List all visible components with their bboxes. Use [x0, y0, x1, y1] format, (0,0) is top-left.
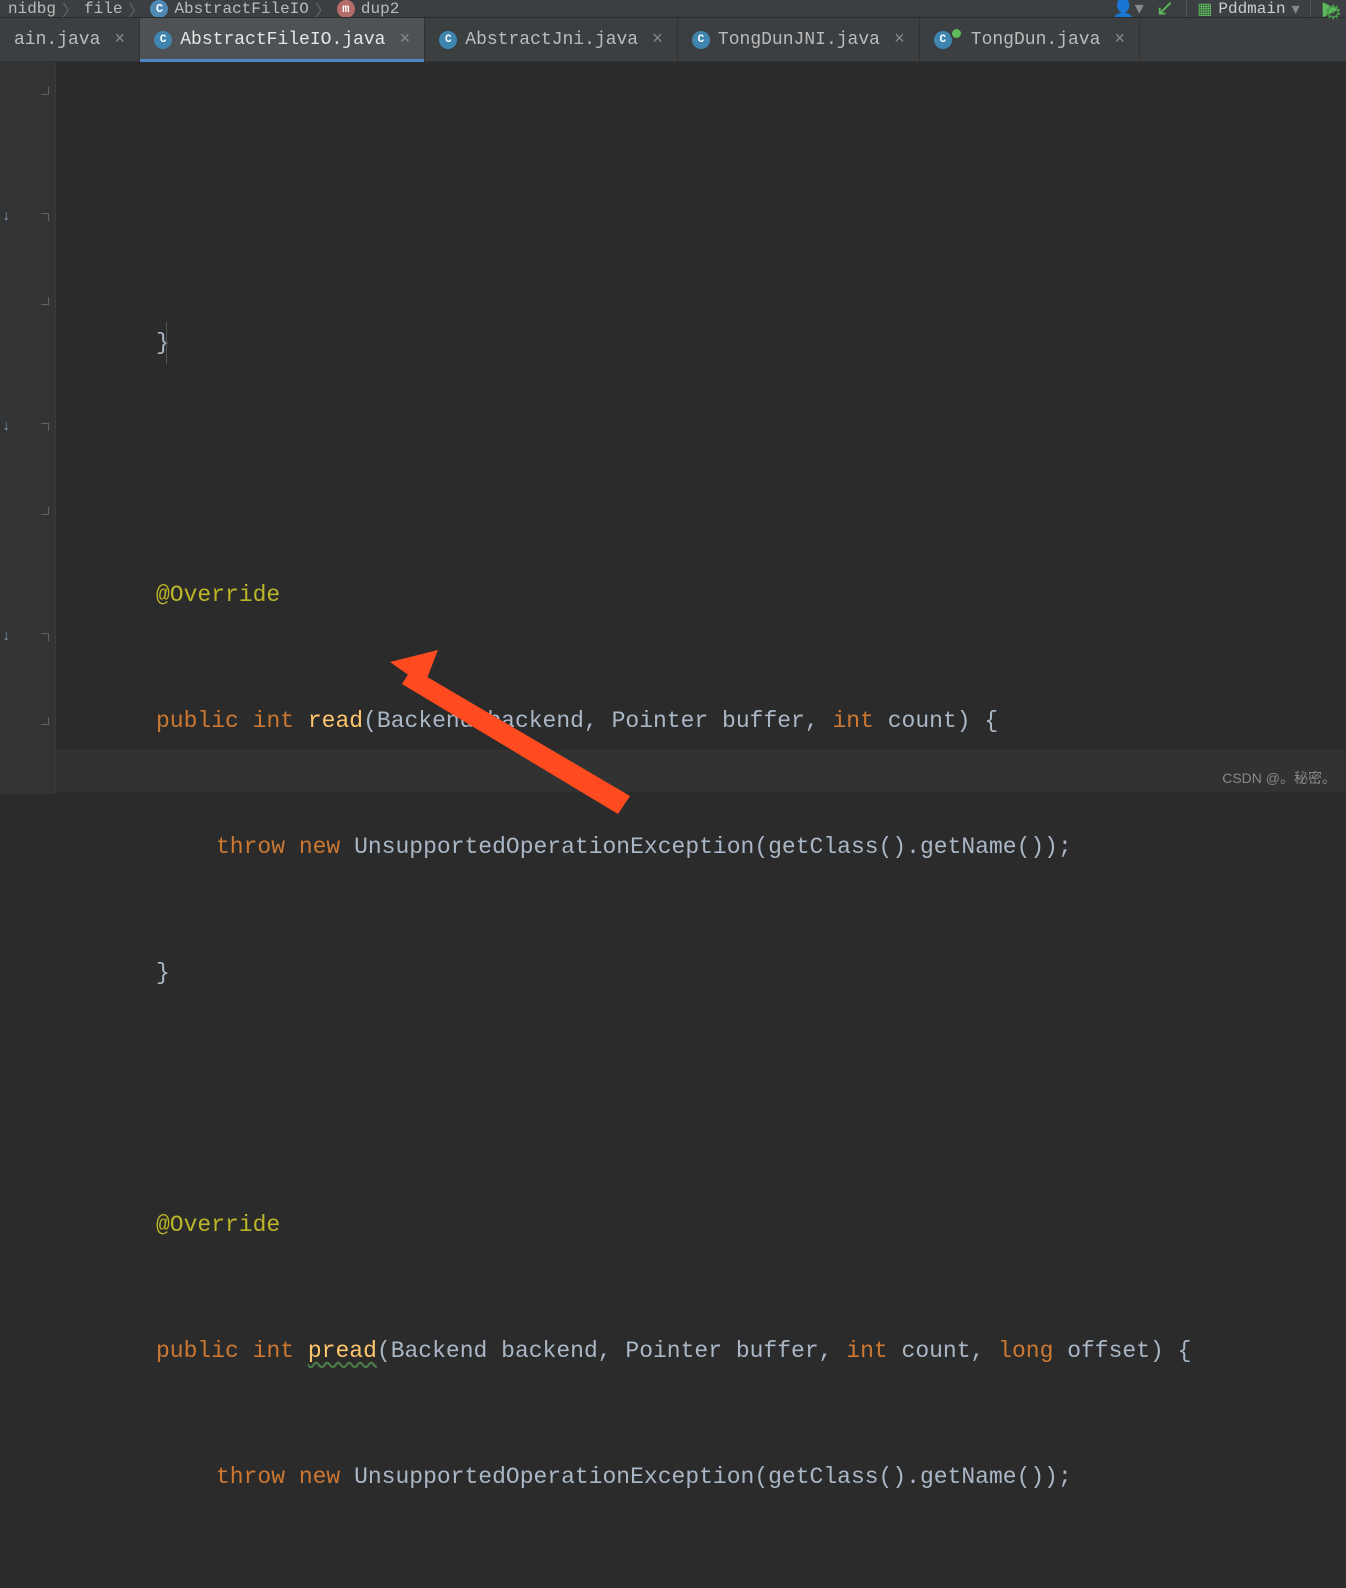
fold-handle-icon[interactable]	[41, 213, 49, 221]
breadcrumb-sep: 〉	[315, 0, 331, 18]
code-line: @Override	[56, 1204, 1346, 1246]
code-line: }	[56, 1582, 1346, 1588]
class-file-icon: C	[439, 31, 457, 49]
code-area[interactable]: } @Override public int read(Backend back…	[56, 62, 1346, 794]
tab-label: ain.java	[14, 30, 100, 50]
code-line: throw new UnsupportedOperationException(…	[56, 826, 1346, 868]
tab-label: TongDun.java	[971, 30, 1101, 50]
close-icon[interactable]: ×	[114, 30, 125, 50]
close-icon[interactable]: ×	[894, 30, 905, 50]
fold-handle-icon[interactable]	[41, 423, 49, 431]
tab-tongdunjni[interactable]: C TongDunJNI.java ×	[678, 18, 920, 61]
code-line	[56, 448, 1346, 490]
tab-abstractjni[interactable]: C AbstractJni.java ×	[425, 18, 678, 61]
watermark-text: CSDN @。秘密。	[1222, 768, 1336, 788]
override-gutter-icon[interactable]: ↓	[2, 209, 10, 225]
breadcrumb-item[interactable]: nidbg	[8, 0, 56, 18]
debug-icon[interactable]: ⚙	[1324, 0, 1342, 18]
runnable-indicator-icon	[950, 27, 963, 40]
run-configuration-selector[interactable]: ▦ Pddmain ▾	[1186, 0, 1310, 18]
fold-handle-icon[interactable]	[41, 633, 49, 641]
fold-handle-icon[interactable]	[41, 297, 49, 305]
code-line: }	[56, 322, 1346, 364]
tab-tongdun[interactable]: C TongDun.java ×	[920, 18, 1140, 61]
user-icon[interactable]: 👤▾	[1112, 0, 1143, 18]
fold-handle-icon[interactable]	[41, 87, 49, 95]
breadcrumb-sep: 〉	[128, 0, 144, 18]
class-file-icon: C	[154, 31, 172, 49]
code-editor[interactable]: ↓ ↓ ↓ } @Override public int read(Backen…	[0, 62, 1346, 794]
run-config-label: Pddmain	[1218, 0, 1285, 18]
method-icon: m	[337, 0, 355, 18]
fold-handle-icon[interactable]	[41, 507, 49, 515]
close-icon[interactable]: ×	[399, 30, 410, 50]
code-line: }	[56, 952, 1346, 994]
code-line: public int pread(Backend backend, Pointe…	[56, 1330, 1346, 1372]
chevron-down-icon: ▾	[1292, 0, 1300, 18]
tab-label: AbstractFileIO.java	[180, 30, 385, 50]
editor-gutter[interactable]: ↓ ↓ ↓	[0, 62, 56, 794]
breadcrumb-item[interactable]: dup2	[361, 0, 399, 18]
tab-abstractfileio[interactable]: C AbstractFileIO.java ×	[140, 18, 425, 61]
override-gutter-icon[interactable]: ↓	[2, 629, 10, 645]
breadcrumb-item[interactable]: file	[84, 0, 122, 18]
tab-label: TongDunJNI.java	[718, 30, 880, 50]
code-line: @Override	[56, 574, 1346, 616]
vcs-update-icon[interactable]: ↙	[1156, 0, 1174, 18]
code-line	[56, 1078, 1346, 1120]
class-icon: C	[150, 0, 168, 18]
breadcrumb-item[interactable]: AbstractFileIO	[174, 0, 308, 18]
editor-tab-bar: ain.java × C AbstractFileIO.java × C Abs…	[0, 18, 1346, 62]
code-line: throw new UnsupportedOperationException(…	[56, 1456, 1346, 1498]
tab-ain[interactable]: ain.java ×	[0, 18, 140, 61]
top-toolbar: nidbg 〉 file 〉 C AbstractFileIO 〉 m dup2…	[0, 0, 1346, 18]
class-file-icon: C	[692, 31, 710, 49]
close-icon[interactable]: ×	[652, 30, 663, 50]
close-icon[interactable]: ×	[1114, 30, 1125, 50]
override-gutter-icon[interactable]: ↓	[2, 419, 10, 435]
code-line: public int read(Backend backend, Pointer…	[56, 700, 1346, 742]
tab-label: AbstractJni.java	[465, 30, 638, 50]
fold-handle-icon[interactable]	[41, 717, 49, 725]
run-icon: ▦	[1197, 0, 1212, 18]
breadcrumb-sep: 〉	[62, 0, 78, 18]
breadcrumb[interactable]: nidbg 〉 file 〉 C AbstractFileIO 〉 m dup2	[8, 0, 399, 18]
